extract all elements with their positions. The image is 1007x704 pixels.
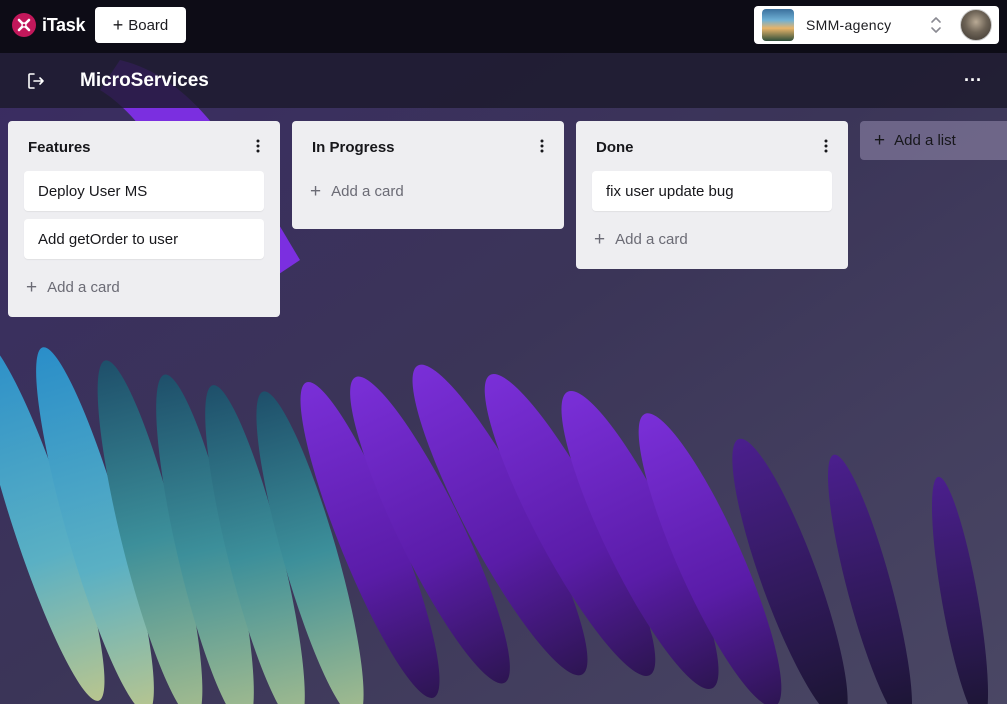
- app-name: iTask: [42, 14, 86, 35]
- list-header: In Progress: [292, 121, 564, 171]
- board-more-button[interactable]: ···: [964, 70, 982, 91]
- add-list-button[interactable]: + Add a list: [860, 121, 1007, 160]
- list-in-progress: In Progress + Add a card: [292, 121, 564, 229]
- kebab-menu-icon[interactable]: [824, 139, 828, 153]
- plus-icon: +: [594, 228, 606, 250]
- list-done: Done fix user update bug + Add a card: [576, 121, 848, 269]
- list-title: Done: [596, 139, 634, 156]
- app-logo[interactable]: iTask: [12, 12, 86, 38]
- card[interactable]: Add getOrder to user: [24, 219, 264, 259]
- itask-logo-icon: [12, 13, 36, 37]
- board-title: MicroServices: [80, 70, 209, 91]
- plus-icon: +: [26, 276, 38, 298]
- add-card-button[interactable]: + Add a card: [24, 267, 264, 307]
- add-card-label: Add a card: [615, 230, 688, 248]
- workspace-switcher[interactable]: SMM-agency: [754, 6, 999, 44]
- workspace-thumbnail: [762, 9, 794, 41]
- board-header: MicroServices ···: [0, 53, 1007, 108]
- new-board-button-label: Board: [128, 16, 169, 34]
- exit-board-icon[interactable]: [27, 72, 45, 90]
- list-header: Features: [8, 121, 280, 171]
- chevron-up-down-icon: [931, 17, 941, 33]
- list-title: Features: [28, 139, 91, 156]
- user-avatar[interactable]: [960, 9, 992, 41]
- kebab-menu-icon[interactable]: [540, 139, 544, 153]
- list-header: Done: [576, 121, 848, 171]
- card[interactable]: fix user update bug: [592, 171, 832, 211]
- plus-icon: +: [874, 130, 886, 151]
- add-card-label: Add a card: [331, 182, 404, 200]
- card[interactable]: Deploy User MS: [24, 171, 264, 211]
- plus-icon: +: [112, 15, 124, 35]
- kebab-menu-icon[interactable]: [256, 139, 260, 153]
- new-board-button[interactable]: + Board: [95, 7, 186, 43]
- add-card-button[interactable]: + Add a card: [592, 219, 832, 259]
- add-card-button[interactable]: + Add a card: [308, 171, 548, 211]
- workspace-name: SMM-agency: [806, 17, 892, 33]
- list-features: Features Deploy User MS Add getOrder to …: [8, 121, 280, 317]
- list-title: In Progress: [312, 139, 395, 156]
- add-list-label: Add a list: [894, 132, 956, 149]
- plus-icon: +: [310, 180, 322, 202]
- top-navbar: iTask + Board SMM-agency: [0, 0, 1007, 53]
- add-card-label: Add a card: [47, 278, 120, 296]
